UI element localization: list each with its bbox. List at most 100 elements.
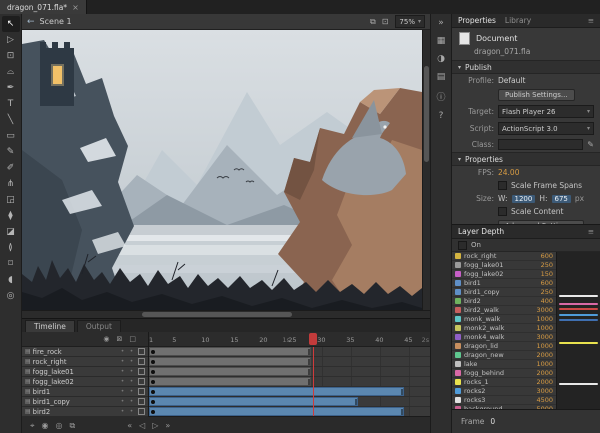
brush-tool[interactable]: ✐ (2, 160, 20, 176)
depth-graph-line[interactable] (559, 303, 598, 305)
close-icon[interactable]: × (72, 3, 79, 12)
tab-timeline[interactable]: Timeline (25, 320, 75, 332)
layer-lock-dot[interactable]: • (128, 408, 135, 415)
swatches-icon[interactable]: ▤ (437, 72, 446, 82)
frames-grid[interactable] (149, 347, 430, 416)
section-collapse-icon[interactable]: ▾ (458, 64, 461, 71)
depth-row-rock_right[interactable]: rock_right600 (452, 252, 556, 261)
layer-outline-color[interactable] (138, 358, 145, 365)
script-dropdown[interactable]: ActionScript 3.0 ▾ (498, 122, 594, 135)
depth-row-rocks3[interactable]: rocks34500 (452, 396, 556, 405)
depth-row-rocks2[interactable]: rocks23000 (452, 387, 556, 396)
depth-row-bird1[interactable]: bird1600 (452, 279, 556, 288)
layer-visibility-dot[interactable]: • (119, 398, 126, 405)
layer-row-fogg_lake02[interactable]: ▤fogg_lake02•• (22, 377, 148, 387)
scale-frame-spans-checkbox[interactable] (498, 181, 507, 190)
depth-graph-line[interactable] (559, 319, 598, 321)
depth-row-bird1_copy[interactable]: bird1_copy250 (452, 288, 556, 297)
depth-value[interactable]: 1000 (536, 315, 553, 323)
publish-settings-button[interactable]: Publish Settings... (498, 89, 575, 101)
depth-value[interactable]: 3000 (536, 306, 553, 314)
scale-content-checkbox[interactable] (498, 207, 507, 216)
target-dropdown[interactable]: Flash Player 26 ▾ (498, 105, 594, 118)
play-icon[interactable]: ▷ (152, 421, 158, 430)
depth-row-fogg_behind[interactable]: fogg_behind2000 (452, 369, 556, 378)
layer-visibility-dot[interactable]: • (119, 408, 126, 415)
properties-section-header[interactable]: ▾ Properties (452, 152, 600, 166)
horizontal-scroll-thumb[interactable] (142, 312, 292, 317)
frame-row-rock_right[interactable] (149, 357, 430, 367)
frame-row-bird1[interactable] (149, 387, 430, 397)
tab-layer-depth[interactable]: Layer Depth (458, 227, 504, 236)
layer-lock-dot[interactable]: • (128, 378, 135, 385)
lock-icon[interactable]: ⊠ (117, 335, 123, 343)
frame-row-fogg_lake01[interactable] (149, 367, 430, 377)
scene-name[interactable]: Scene 1 (40, 17, 72, 26)
depth-on-checkbox[interactable] (458, 241, 467, 250)
publish-section-header[interactable]: ▾ Publish (452, 60, 600, 74)
depth-value[interactable]: 3000 (536, 333, 553, 341)
back-arrow-icon[interactable]: ← (27, 17, 35, 27)
depth-graph-line[interactable] (559, 342, 598, 344)
free-transform-tool[interactable]: ⊡ (2, 48, 20, 64)
frame-span[interactable] (149, 377, 311, 386)
depth-row-lake[interactable]: lake1000 (452, 360, 556, 369)
subselection-tool[interactable]: ▷ (2, 32, 20, 48)
depth-value[interactable]: 2000 (536, 369, 553, 377)
depth-value[interactable]: 4500 (536, 396, 553, 404)
layer-outline-color[interactable] (138, 398, 145, 405)
layer-visibility-dot[interactable]: • (119, 348, 126, 355)
tab-output[interactable]: Output (77, 320, 121, 332)
layer-visibility-dot[interactable]: • (119, 378, 126, 385)
depth-value[interactable]: 250 (541, 288, 553, 296)
depth-graph[interactable] (556, 252, 600, 412)
layer-outline-color[interactable] (138, 388, 145, 395)
depth-value[interactable]: 1000 (536, 360, 553, 368)
color-icon[interactable]: ◑ (437, 54, 445, 64)
document-name[interactable]: dragon_071.fla (452, 46, 600, 60)
layer-lock-dot[interactable]: • (128, 368, 135, 375)
bone-tool[interactable]: ⋔ (2, 176, 20, 192)
camera-tool[interactable]: ⌑ (2, 256, 20, 272)
frame-span[interactable] (149, 367, 311, 376)
frame-row-fire_rock[interactable] (149, 347, 430, 357)
depth-graph-line[interactable] (559, 383, 598, 385)
zoom-tool[interactable]: ◎ (2, 288, 20, 304)
layer-visibility-dot[interactable]: • (119, 368, 126, 375)
depth-row-fogg_lake01[interactable]: fogg_lake01250 (452, 261, 556, 270)
depth-graph-line[interactable] (559, 308, 598, 310)
layer-row-fire_rock[interactable]: ▤fire_rock•• (22, 347, 148, 357)
playhead-marker[interactable] (309, 333, 317, 345)
width-value[interactable]: 1200 (512, 195, 536, 203)
depth-value[interactable]: 400 (541, 297, 553, 305)
frame-row-bird1_copy[interactable] (149, 397, 430, 407)
center-frame-icon[interactable]: ⌖ (30, 421, 35, 431)
outline-icon[interactable]: □ (129, 335, 136, 343)
class-input[interactable] (498, 139, 583, 150)
section-collapse-icon[interactable]: ▾ (458, 156, 461, 163)
layer-outline-color[interactable] (138, 408, 145, 415)
height-value[interactable]: 675 (552, 195, 571, 203)
depth-value[interactable]: 2000 (536, 351, 553, 359)
layer-lock-dot[interactable]: • (128, 348, 135, 355)
depth-row-dragon_lid[interactable]: dragon_lid1000 (452, 342, 556, 351)
info-icon[interactable]: ⓘ (436, 90, 445, 103)
depth-row-bird2_walk[interactable]: bird2_walk3000 (452, 306, 556, 315)
pencil-tool[interactable]: ✎ (2, 144, 20, 160)
hand-tool[interactable]: ◖ (2, 272, 20, 288)
center-stage-icon[interactable]: ⊡ (382, 17, 389, 26)
paint-bucket-tool[interactable]: ◲ (2, 192, 20, 208)
profile-value[interactable]: Default (498, 76, 525, 85)
frame-span[interactable] (149, 357, 311, 366)
depth-value[interactable]: 3000 (536, 387, 553, 395)
layer-row-bird1[interactable]: ▤bird1•• (22, 387, 148, 397)
document-tab[interactable]: dragon_071.fla* × (0, 0, 87, 14)
lasso-tool[interactable]: ⌓ (2, 64, 20, 80)
depth-value[interactable]: 600 (541, 279, 553, 287)
tab-properties[interactable]: Properties (458, 16, 496, 25)
playhead-line[interactable] (313, 347, 314, 416)
step-forward-icon[interactable]: » (165, 421, 170, 430)
zoom-select[interactable]: 75% ▾ (395, 15, 425, 28)
frame-row-bird2[interactable] (149, 407, 430, 416)
eyedropper-tool[interactable]: ⧫ (2, 208, 20, 224)
